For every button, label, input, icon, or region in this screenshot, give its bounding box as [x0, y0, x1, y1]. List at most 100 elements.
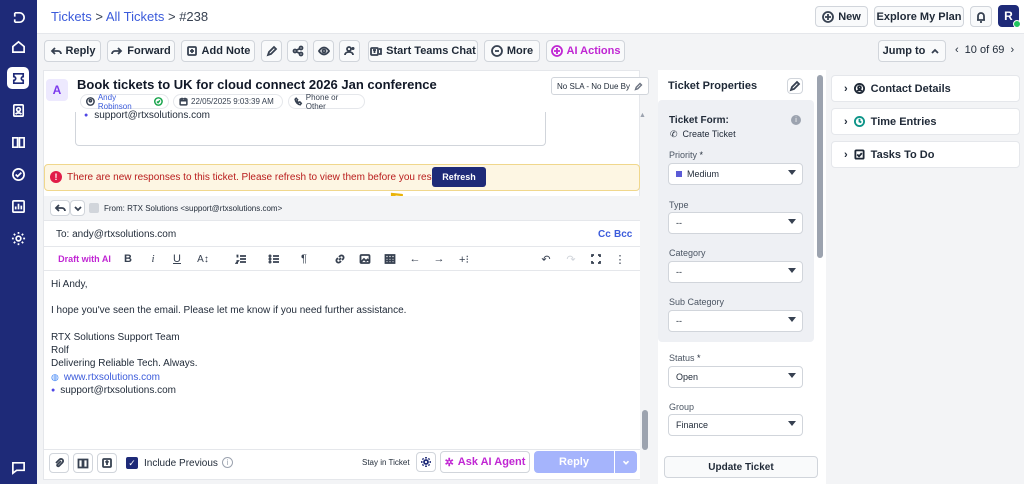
priority-label-text: Priority: [669, 150, 698, 160]
editor-scrollbar[interactable]: [642, 410, 648, 450]
redo-icon[interactable]: ↷: [564, 251, 578, 267]
to-field[interactable]: To: andy@rtxsolutions.com: [56, 229, 176, 240]
breadcrumb-all-tickets[interactable]: All Tickets: [106, 9, 165, 24]
draft-with-ai-button[interactable]: Draft with AI: [57, 251, 112, 267]
subcategory-select[interactable]: --: [668, 310, 803, 332]
group-select[interactable]: Finance: [668, 414, 803, 436]
font-size-icon[interactable]: A↕: [195, 251, 211, 267]
bcc-button[interactable]: Bcc: [614, 229, 632, 240]
logo-icon[interactable]: [7, 6, 29, 28]
stay-in-ticket-settings-button[interactable]: [416, 452, 436, 472]
email-icon: ●: [84, 112, 89, 119]
more-options-icon[interactable]: ⋮: [613, 251, 627, 267]
sla-badge[interactable]: No SLA - No Due By: [551, 77, 649, 95]
chevron-down-icon: [622, 460, 630, 465]
date-chip: 22/05/2025 9:03:39 AM: [173, 94, 283, 109]
priority-color-dot: [676, 171, 682, 177]
tickets-icon[interactable]: [7, 67, 29, 89]
paperclip-icon: [55, 458, 64, 468]
bold-icon[interactable]: B: [121, 251, 135, 267]
breadcrumb-tickets[interactable]: Tickets: [51, 9, 92, 24]
priority-select[interactable]: Medium: [668, 163, 803, 185]
contact-details-section[interactable]: › Contact Details: [831, 75, 1020, 102]
contacts-icon[interactable]: [7, 99, 29, 121]
share-button[interactable]: [287, 40, 308, 62]
type-select[interactable]: --: [668, 212, 803, 234]
reply-button[interactable]: Reply: [44, 40, 101, 62]
tasks-icon[interactable]: [7, 163, 29, 185]
insert-kb-button[interactable]: [73, 453, 93, 473]
tasks-to-do-section[interactable]: › Tasks To Do: [831, 141, 1020, 168]
notifications-button[interactable]: [970, 6, 992, 27]
add-note-button[interactable]: Add Note: [181, 40, 255, 62]
numbered-list-icon[interactable]: [230, 251, 252, 267]
chat-icon[interactable]: [7, 456, 29, 478]
breadcrumb-ticket-id: #238: [179, 9, 209, 24]
properties-scrollbar[interactable]: [817, 75, 823, 258]
settings-icon[interactable]: [7, 227, 29, 249]
more-button[interactable]: More: [484, 40, 540, 62]
pencil-icon: [789, 80, 801, 92]
online-status-dot: [1013, 20, 1021, 28]
reply-mode-dropdown[interactable]: [70, 200, 85, 216]
arrow-left-icon[interactable]: ←: [408, 251, 422, 267]
more-label: More: [506, 45, 534, 57]
source-chip: Phone or Other: [288, 93, 365, 111]
cc-button[interactable]: Cc: [598, 229, 611, 240]
forward-button[interactable]: Forward: [107, 40, 175, 62]
update-ticket-button[interactable]: Update Ticket: [664, 456, 818, 478]
contact-chip[interactable]: Andy Robinson: [80, 92, 169, 111]
underline-icon[interactable]: U: [170, 251, 184, 267]
refresh-button[interactable]: Refresh: [432, 167, 486, 187]
breadcrumb-separator: >: [167, 9, 176, 24]
body-text: I hope you've seen the email. Please let…: [51, 305, 407, 316]
paragraph-icon[interactable]: ¶: [297, 251, 311, 267]
italic-icon[interactable]: i: [146, 251, 160, 267]
info-icon[interactable]: i: [222, 457, 233, 468]
bullet-list-icon[interactable]: [263, 251, 285, 267]
ticket-properties-heading: Ticket Properties: [668, 80, 758, 92]
next-ticket-icon[interactable]: ›: [1010, 44, 1014, 56]
previous-ticket-icon[interactable]: ‹: [955, 44, 959, 56]
jump-to-button[interactable]: Jump to: [878, 40, 946, 62]
quoted-email-line: ● support@rtxsolutions.com: [84, 110, 210, 121]
link-icon[interactable]: [333, 251, 347, 267]
send-reply-button[interactable]: Reply: [534, 451, 614, 473]
table-icon[interactable]: [383, 251, 397, 267]
explore-plan-button[interactable]: Explore My Plan: [874, 6, 964, 27]
left-nav-sidebar: [0, 0, 37, 484]
image-icon[interactable]: [358, 251, 372, 267]
category-select[interactable]: --: [668, 261, 803, 283]
start-teams-chat-button[interactable]: Start Teams Chat: [368, 40, 478, 62]
knowledge-base-icon[interactable]: [7, 131, 29, 153]
new-button[interactable]: New: [815, 6, 868, 27]
fullscreen-icon[interactable]: [589, 251, 603, 267]
edit-properties-button[interactable]: [787, 78, 803, 94]
scroll-up-arrow[interactable]: ▲: [639, 112, 647, 122]
insert-file-button[interactable]: [97, 453, 117, 473]
attach-button[interactable]: [49, 453, 69, 473]
home-icon[interactable]: [7, 35, 29, 57]
calendar-icon: [179, 97, 188, 106]
eye-icon: [317, 46, 330, 56]
edit-button[interactable]: [261, 40, 282, 62]
time-entries-section[interactable]: › Time Entries: [831, 108, 1020, 135]
assign-button[interactable]: [339, 40, 360, 62]
signature-website[interactable]: www.rtxsolutions.com: [64, 372, 160, 383]
priority-value: Medium: [687, 169, 720, 179]
ai-actions-button[interactable]: AI Actions: [546, 40, 625, 62]
watch-button[interactable]: [313, 40, 334, 62]
reports-icon[interactable]: [7, 195, 29, 217]
reply-options-dropdown[interactable]: [615, 451, 637, 473]
ask-ai-agent-button[interactable]: ✲ Ask AI Agent: [440, 451, 530, 473]
include-previous-checkbox[interactable]: ✓: [126, 457, 138, 469]
info-icon[interactable]: i: [791, 115, 801, 125]
undo-icon[interactable]: ↶: [539, 251, 553, 267]
arrow-right-icon[interactable]: →: [432, 251, 446, 267]
contact-name: Andy Robinson: [97, 92, 132, 111]
user-icon: [86, 97, 95, 106]
status-select[interactable]: Open: [668, 366, 803, 388]
reply-mode-button[interactable]: [50, 200, 70, 216]
ai-actions-label: AI Actions: [566, 45, 621, 57]
insert-icon[interactable]: +⁝: [457, 251, 471, 267]
